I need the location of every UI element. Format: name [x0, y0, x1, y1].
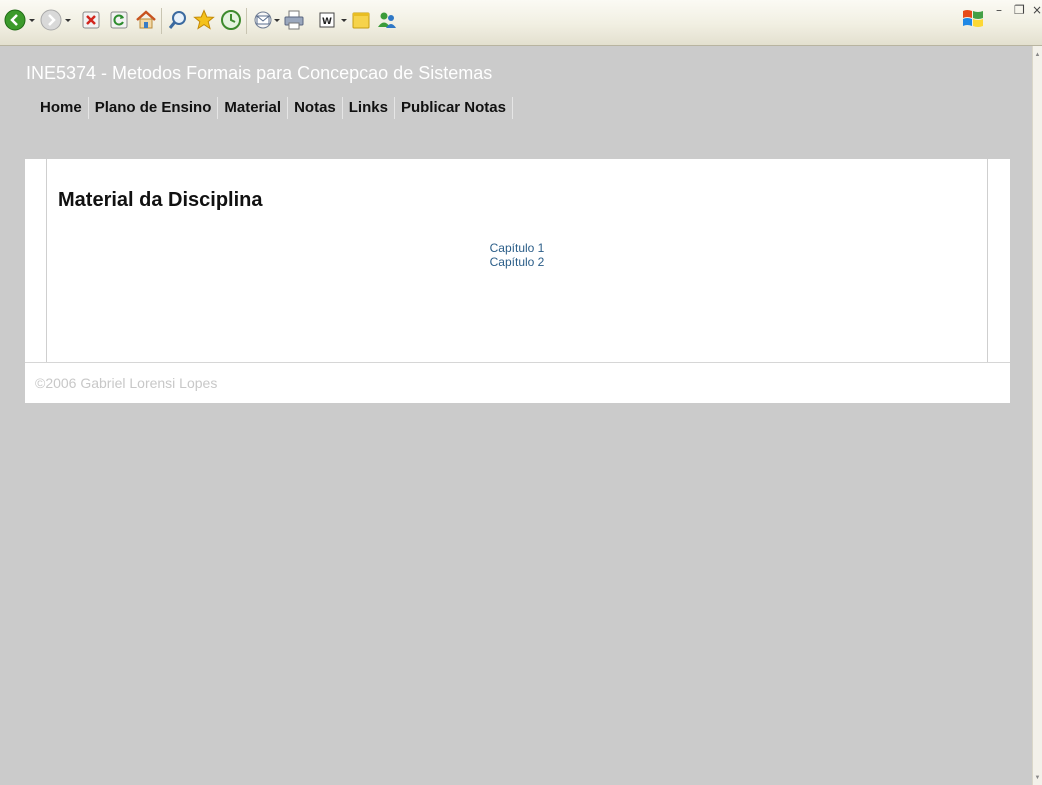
messenger-icon[interactable]: [376, 9, 398, 31]
content-inner: Material da Disciplina Capítulo 1 Capítu…: [46, 159, 988, 362]
scroll-down-icon[interactable]: ▼: [1034, 773, 1041, 783]
restore-icon[interactable]: ❐: [1014, 3, 1025, 17]
footer: ©2006 Gabriel Lorensi Lopes: [25, 362, 1010, 403]
windows-logo-icon: [963, 10, 983, 27]
search-icon[interactable]: [167, 9, 189, 31]
nav-material[interactable]: Material: [218, 97, 289, 119]
stop-icon[interactable]: [80, 9, 102, 31]
home-icon[interactable]: [135, 9, 157, 31]
mail-dropdown-icon[interactable]: [274, 19, 280, 22]
note-icon[interactable]: [350, 9, 372, 31]
back-dropdown-icon[interactable]: [29, 19, 35, 22]
toolbar-separator: [161, 8, 162, 34]
toolbar-separator: [246, 8, 247, 34]
material-link-capitulo-1[interactable]: Capítulo 1: [47, 241, 987, 255]
main-nav: Home Plano de Ensino Material Notas Link…: [34, 96, 513, 120]
page-title: Material da Disciplina: [58, 189, 263, 211]
nav-notas[interactable]: Notas: [288, 97, 343, 119]
nav-plano-de-ensino[interactable]: Plano de Ensino: [89, 97, 219, 119]
word-dropdown-icon[interactable]: [341, 19, 347, 22]
nav-links[interactable]: Links: [343, 97, 395, 119]
minimize-icon[interactable]: –: [996, 3, 1002, 17]
forward-icon[interactable]: [40, 9, 62, 31]
nav-home[interactable]: Home: [34, 97, 89, 119]
vertical-scrollbar[interactable]: ▲ ▼: [1032, 46, 1042, 785]
browser-toolbar: W – ❐ ×: [0, 0, 1042, 46]
back-icon[interactable]: [4, 9, 26, 31]
mail-icon[interactable]: [252, 9, 274, 31]
content-panel: Material da Disciplina Capítulo 1 Capítu…: [25, 159, 1010, 362]
svg-text:W: W: [322, 17, 332, 27]
site-title: INE5374 - Metodos Formais para Concepcao…: [26, 63, 493, 83]
history-icon[interactable]: [220, 9, 242, 31]
nav-publicar-notas[interactable]: Publicar Notas: [395, 97, 513, 119]
close-icon[interactable]: ×: [1032, 3, 1042, 17]
print-icon[interactable]: [283, 9, 305, 31]
scroll-up-icon[interactable]: ▲: [1034, 50, 1041, 60]
forward-dropdown-icon[interactable]: [65, 19, 71, 22]
copyright-text: ©2006 Gabriel Lorensi Lopes: [35, 375, 218, 391]
material-link-capitulo-2[interactable]: Capítulo 2: [47, 255, 987, 269]
word-icon[interactable]: W: [316, 9, 338, 31]
favorites-icon[interactable]: [193, 9, 215, 31]
material-list: Capítulo 1 Capítulo 2: [47, 241, 987, 269]
refresh-icon[interactable]: [108, 9, 130, 31]
